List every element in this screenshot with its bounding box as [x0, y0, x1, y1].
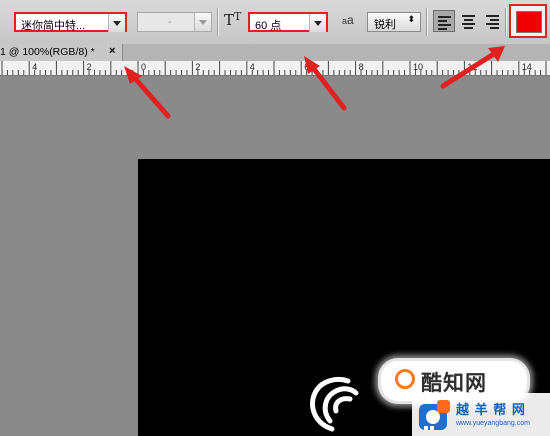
- close-icon[interactable]: ×: [109, 45, 115, 57]
- text-size-icon: TT: [224, 10, 244, 31]
- document-tab-title: 1 @ 100%(RGB/8) *: [0, 46, 95, 58]
- ruler-label: 2: [87, 62, 92, 72]
- ruler-label: 14: [522, 62, 532, 72]
- text-color-swatch[interactable]: [516, 11, 542, 33]
- text-size-glyph: T: [224, 11, 235, 29]
- site-logo-icon: [419, 400, 450, 430]
- ruler-ticks: 4 2 0 2 4 6 8 10 12 14: [1, 61, 547, 75]
- up-down-arrows-icon: ⬍: [407, 14, 415, 24]
- antialias-icon: aa: [342, 13, 354, 27]
- ruler-label: 8: [359, 62, 364, 72]
- site-url: www.yueyangbang.com: [456, 420, 530, 427]
- font-style-value: -: [168, 16, 172, 28]
- align-center-button[interactable]: [458, 10, 480, 32]
- antialias-value: 锐利: [374, 19, 396, 31]
- document-tab-bar: 1 @ 100%(RGB/8) * ×: [0, 44, 550, 62]
- font-size-select[interactable]: 60 点: [248, 12, 328, 32]
- separator: [217, 8, 218, 36]
- antialias-select[interactable]: 锐利 ⬍: [367, 12, 421, 32]
- site-name: 越 羊 帮 网: [456, 402, 526, 417]
- ruler-label: 0: [141, 62, 146, 72]
- chevron-down-icon[interactable]: [309, 14, 326, 32]
- text-size-small-glyph: T: [234, 10, 242, 23]
- ruler-label: 12: [467, 62, 477, 72]
- document-tab[interactable]: 1 @ 100%(RGB/8) * ×: [0, 44, 123, 61]
- align-right-button[interactable]: [482, 10, 504, 32]
- horizontal-ruler[interactable]: 4 2 0 2 4 6 8 10 12 14: [0, 61, 550, 76]
- ruler-label: 4: [32, 62, 37, 72]
- site-watermark: 越 羊 帮 网 www.yueyangbang.com: [412, 393, 550, 436]
- watermark-circle-icon: [395, 369, 415, 389]
- font-family-value: 迷你简中特...: [21, 20, 86, 32]
- font-style-select[interactable]: -: [137, 12, 212, 32]
- aa-big-glyph: a: [347, 13, 354, 27]
- ruler-label: 10: [413, 62, 423, 72]
- watermark-logo-icon: [310, 376, 359, 432]
- align-left-button[interactable]: [433, 10, 455, 32]
- text-color-picker[interactable]: [509, 4, 547, 38]
- font-size-value: 60 点: [255, 20, 282, 32]
- chevron-down-icon[interactable]: [108, 14, 125, 32]
- ruler-label: 6: [304, 62, 309, 72]
- ruler-label: 2: [195, 62, 200, 72]
- separator: [426, 8, 427, 36]
- separator: [505, 8, 506, 36]
- font-family-select[interactable]: 迷你简中特...: [14, 12, 127, 32]
- ruler-label: 4: [250, 62, 255, 72]
- chevron-down-icon[interactable]: [194, 13, 211, 31]
- options-bar: 迷你简中特... - TT 60 点 aa 锐利 ⬍: [0, 0, 550, 45]
